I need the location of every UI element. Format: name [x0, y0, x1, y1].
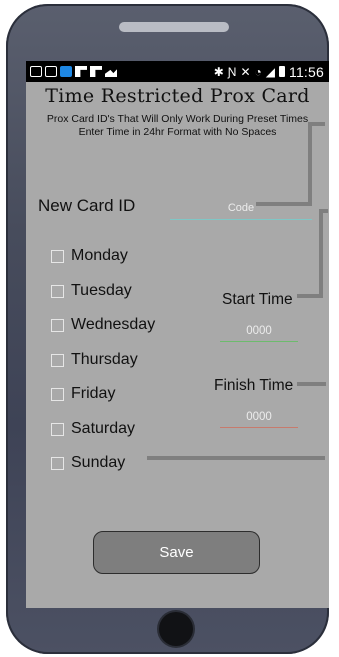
phone-frame: ✱ Ɲ ✕ ◔ ◢ 11:56 Time Restricted Prox Car… [6, 4, 329, 654]
status-time: 11:56 [289, 63, 324, 80]
new-card-id-label: New Card ID [38, 196, 136, 215]
flipboard-icon [75, 66, 87, 77]
callout-line-card-top [308, 122, 325, 126]
page-title: Time Restricted Prox Card [45, 85, 310, 107]
callout-line-card-vertical [308, 122, 312, 206]
signal-icon: ◢ [265, 64, 275, 79]
checkbox-box[interactable] [51, 249, 64, 263]
finish-time-label: Finish Time [214, 377, 294, 394]
day-thursday-checkbox[interactable]: Thursday [51, 351, 138, 369]
day-label: Monday [71, 247, 128, 264]
mute-icon: ✕ [240, 64, 251, 79]
callout-line-finish [297, 382, 326, 386]
battery-icon [279, 66, 285, 77]
bluetooth-icon: ✱ [213, 64, 224, 79]
day-label: Tuesday [71, 282, 132, 299]
image-icon [45, 66, 57, 77]
home-button[interactable] [159, 612, 193, 646]
day-label: Friday [71, 385, 116, 402]
subtitle-line-1: Prox Card ID's That Will Only Work Durin… [46, 113, 309, 125]
checkbox-box[interactable] [51, 318, 64, 332]
status-bar: ✱ Ɲ ✕ ◔ ◢ 11:56 [26, 61, 329, 82]
gallery-icon [105, 66, 117, 77]
page-subtitle: Prox Card ID's That Will Only Work Durin… [26, 113, 329, 139]
checkbox-box[interactable] [51, 353, 64, 367]
card-code-input[interactable] [170, 197, 312, 220]
finish-time-input[interactable] [220, 407, 298, 428]
start-time-input[interactable] [220, 321, 298, 342]
checkbox-box[interactable] [51, 456, 64, 470]
day-label: Sunday [71, 454, 126, 471]
callout-line-start-top [319, 209, 328, 213]
day-label: Thursday [71, 351, 138, 368]
start-time-label: Start Time [222, 291, 293, 308]
callout-line-card [256, 202, 311, 206]
checkbox-box[interactable] [51, 387, 64, 401]
subtitle-line-2: Enter Time in 24hr Format with No Spaces [78, 126, 277, 138]
day-wednesday-checkbox[interactable]: Wednesday [51, 316, 155, 334]
save-button[interactable]: Save [93, 531, 260, 574]
speaker-grille [119, 22, 229, 32]
callout-line-days [147, 456, 325, 460]
checkbox-box[interactable] [51, 284, 64, 298]
message-icon [30, 66, 42, 77]
nfc-icon: Ɲ [227, 64, 237, 79]
day-friday-checkbox[interactable]: Friday [51, 385, 115, 403]
callout-line-start-vertical [319, 209, 323, 298]
day-label: Wednesday [71, 316, 156, 333]
checkbox-box[interactable] [51, 422, 64, 436]
flipboard-icon [90, 66, 102, 77]
day-saturday-checkbox[interactable]: Saturday [51, 420, 135, 438]
day-label: Saturday [71, 420, 136, 437]
app-icon [60, 66, 72, 77]
day-tuesday-checkbox[interactable]: Tuesday [51, 282, 132, 300]
app-screen: ✱ Ɲ ✕ ◔ ◢ 11:56 Time Restricted Prox Car… [26, 61, 329, 608]
wifi-icon: ◔ [254, 64, 262, 79]
day-sunday-checkbox[interactable]: Sunday [51, 454, 125, 472]
day-monday-checkbox[interactable]: Monday [51, 247, 128, 265]
